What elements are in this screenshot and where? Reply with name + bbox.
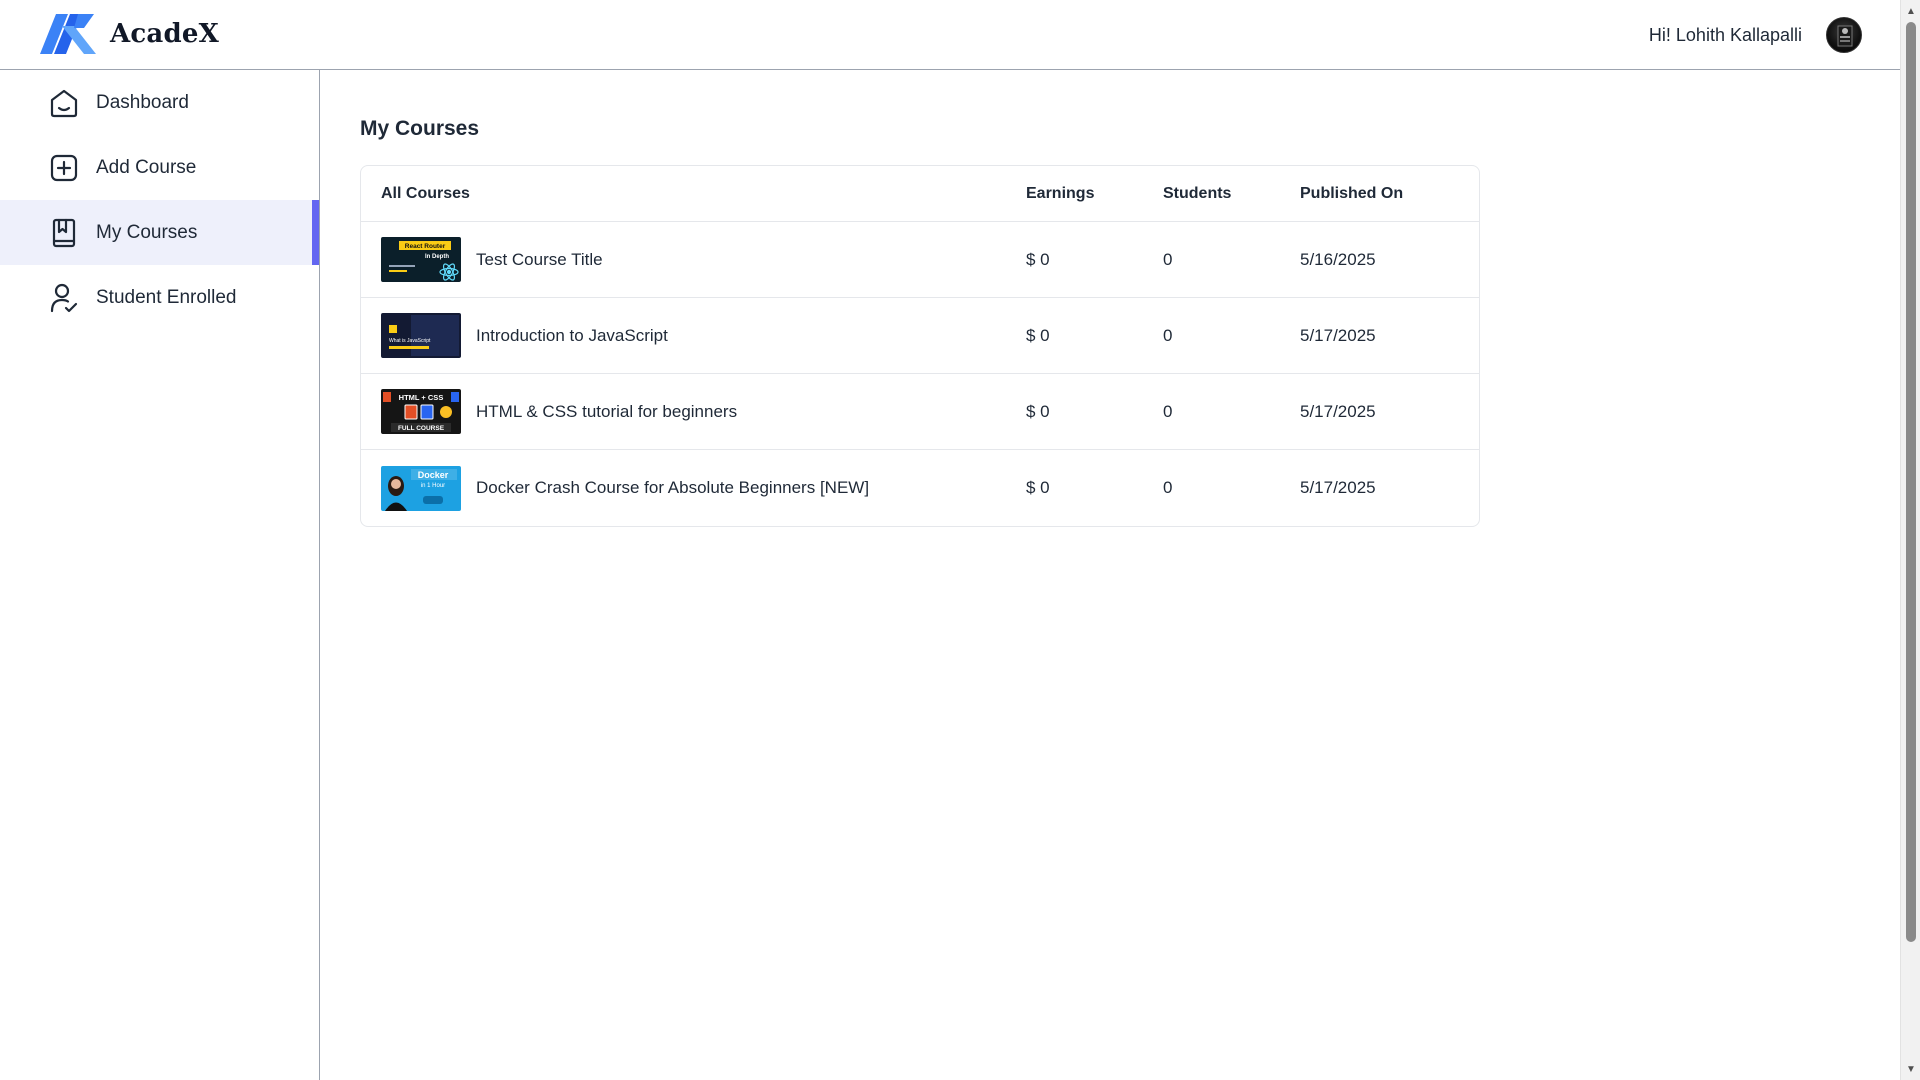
book-bookmark-icon: [52, 218, 76, 247]
table-row[interactable]: HTML + CSS FULL COURSE HTML & CSS tutori…: [361, 374, 1479, 450]
top-navbar: AcadeX Hi! Lohith Kallapalli: [0, 0, 1900, 70]
user-area: Hi! Lohith Kallapalli: [1649, 17, 1862, 53]
thumbnail-text: What is JavaScript: [389, 338, 431, 344]
sidebar-item-label: Student Enrolled: [96, 286, 237, 308]
home-icon: [50, 89, 78, 117]
course-earnings: $ 0: [1026, 325, 1050, 345]
course-earnings: $ 0: [1026, 249, 1050, 269]
avatar-image-icon: [1837, 25, 1853, 47]
main-content: My Courses All Courses Earnings Students…: [321, 70, 1900, 1080]
course-thumbnail: React Router In Depth: [381, 237, 461, 282]
sidebar-item-add-course[interactable]: Add Course: [0, 135, 319, 200]
table-header: All Courses Earnings Students Published …: [361, 166, 1479, 222]
course-published-date: 5/17/2025: [1300, 478, 1376, 497]
table-row[interactable]: What is JavaScript Introduction to JavaS…: [361, 298, 1479, 374]
column-header-published-on: Published On: [1300, 184, 1404, 202]
course-title[interactable]: Docker Crash Course for Absolute Beginne…: [476, 478, 869, 498]
course-students: 0: [1163, 478, 1173, 497]
user-check-icon: [50, 283, 78, 312]
thumbnail-text: Docker: [418, 470, 449, 480]
scroll-down-arrow-icon[interactable]: ▼: [1901, 1060, 1920, 1078]
scroll-up-arrow-icon[interactable]: ▲: [1901, 2, 1920, 20]
sidebar-item-dashboard[interactable]: Dashboard: [0, 70, 319, 135]
user-greeting: Hi! Lohith Kallapalli: [1648, 24, 1802, 45]
thumbnail-text: HTML + CSS: [399, 393, 444, 402]
course-title[interactable]: Test Course Title: [476, 250, 603, 270]
scrollbar-thumb[interactable]: [1906, 22, 1916, 942]
course-earnings: $ 0: [1026, 401, 1050, 421]
sidebar-item-my-courses[interactable]: My Courses: [0, 200, 319, 265]
course-cell: Docker in 1 Hour Docker Crash Course for…: [361, 465, 1026, 511]
course-published-date: 5/17/2025: [1300, 325, 1376, 345]
courses-table: All Courses Earnings Students Published …: [360, 165, 1480, 527]
brand-name: AcadeX: [110, 19, 219, 49]
course-published-date: 5/16/2025: [1300, 249, 1376, 269]
course-published-date: 5/17/2025: [1300, 401, 1376, 421]
course-thumbnail: Docker in 1 Hour: [381, 465, 461, 511]
course-cell: What is JavaScript Introduction to JavaS…: [361, 313, 1026, 358]
course-students: 0: [1163, 325, 1173, 345]
add-square-icon: [50, 154, 78, 181]
brand[interactable]: AcadeX: [40, 14, 219, 54]
page-title: My Courses: [360, 117, 480, 140]
acadex-logo-icon: [40, 14, 96, 54]
sidebar: Dashboard Add Course My Courses Student …: [0, 70, 320, 1080]
sidebar-item-label: My Courses: [96, 221, 198, 243]
thumbnail-text: in 1 Hour: [421, 483, 445, 489]
course-students: 0: [1163, 249, 1173, 269]
column-header-students: Students: [1163, 184, 1232, 202]
thumbnail-text: In Depth: [425, 254, 449, 260]
column-header-earnings: Earnings: [1026, 184, 1095, 202]
course-earnings: $ 0: [1026, 478, 1050, 497]
table-row[interactable]: React Router In Depth Test Course Title: [361, 222, 1479, 298]
course-title[interactable]: Introduction to JavaScript: [476, 326, 668, 346]
course-thumbnail: What is JavaScript: [381, 313, 461, 358]
user-avatar[interactable]: [1826, 17, 1862, 53]
thumbnail-text: FULL COURSE: [398, 425, 445, 432]
course-students: 0: [1163, 401, 1173, 421]
sidebar-item-student-enrolled[interactable]: Student Enrolled: [0, 265, 319, 330]
page-scrollbar[interactable]: ▲ ▼: [1900, 0, 1920, 1080]
course-cell: HTML + CSS FULL COURSE HTML & CSS tutori…: [361, 389, 1026, 434]
course-title[interactable]: HTML & CSS tutorial for beginners: [476, 402, 737, 422]
table-row[interactable]: Docker in 1 Hour Docker Crash Course for…: [361, 450, 1479, 526]
sidebar-item-label: Add Course: [96, 156, 197, 178]
thumbnail-text: React Router: [405, 243, 446, 250]
column-header-all-courses: All Courses: [381, 184, 470, 202]
course-thumbnail: HTML + CSS FULL COURSE: [381, 389, 461, 434]
course-cell: React Router In Depth Test Course Title: [361, 237, 1026, 282]
sidebar-item-label: Dashboard: [96, 91, 189, 113]
